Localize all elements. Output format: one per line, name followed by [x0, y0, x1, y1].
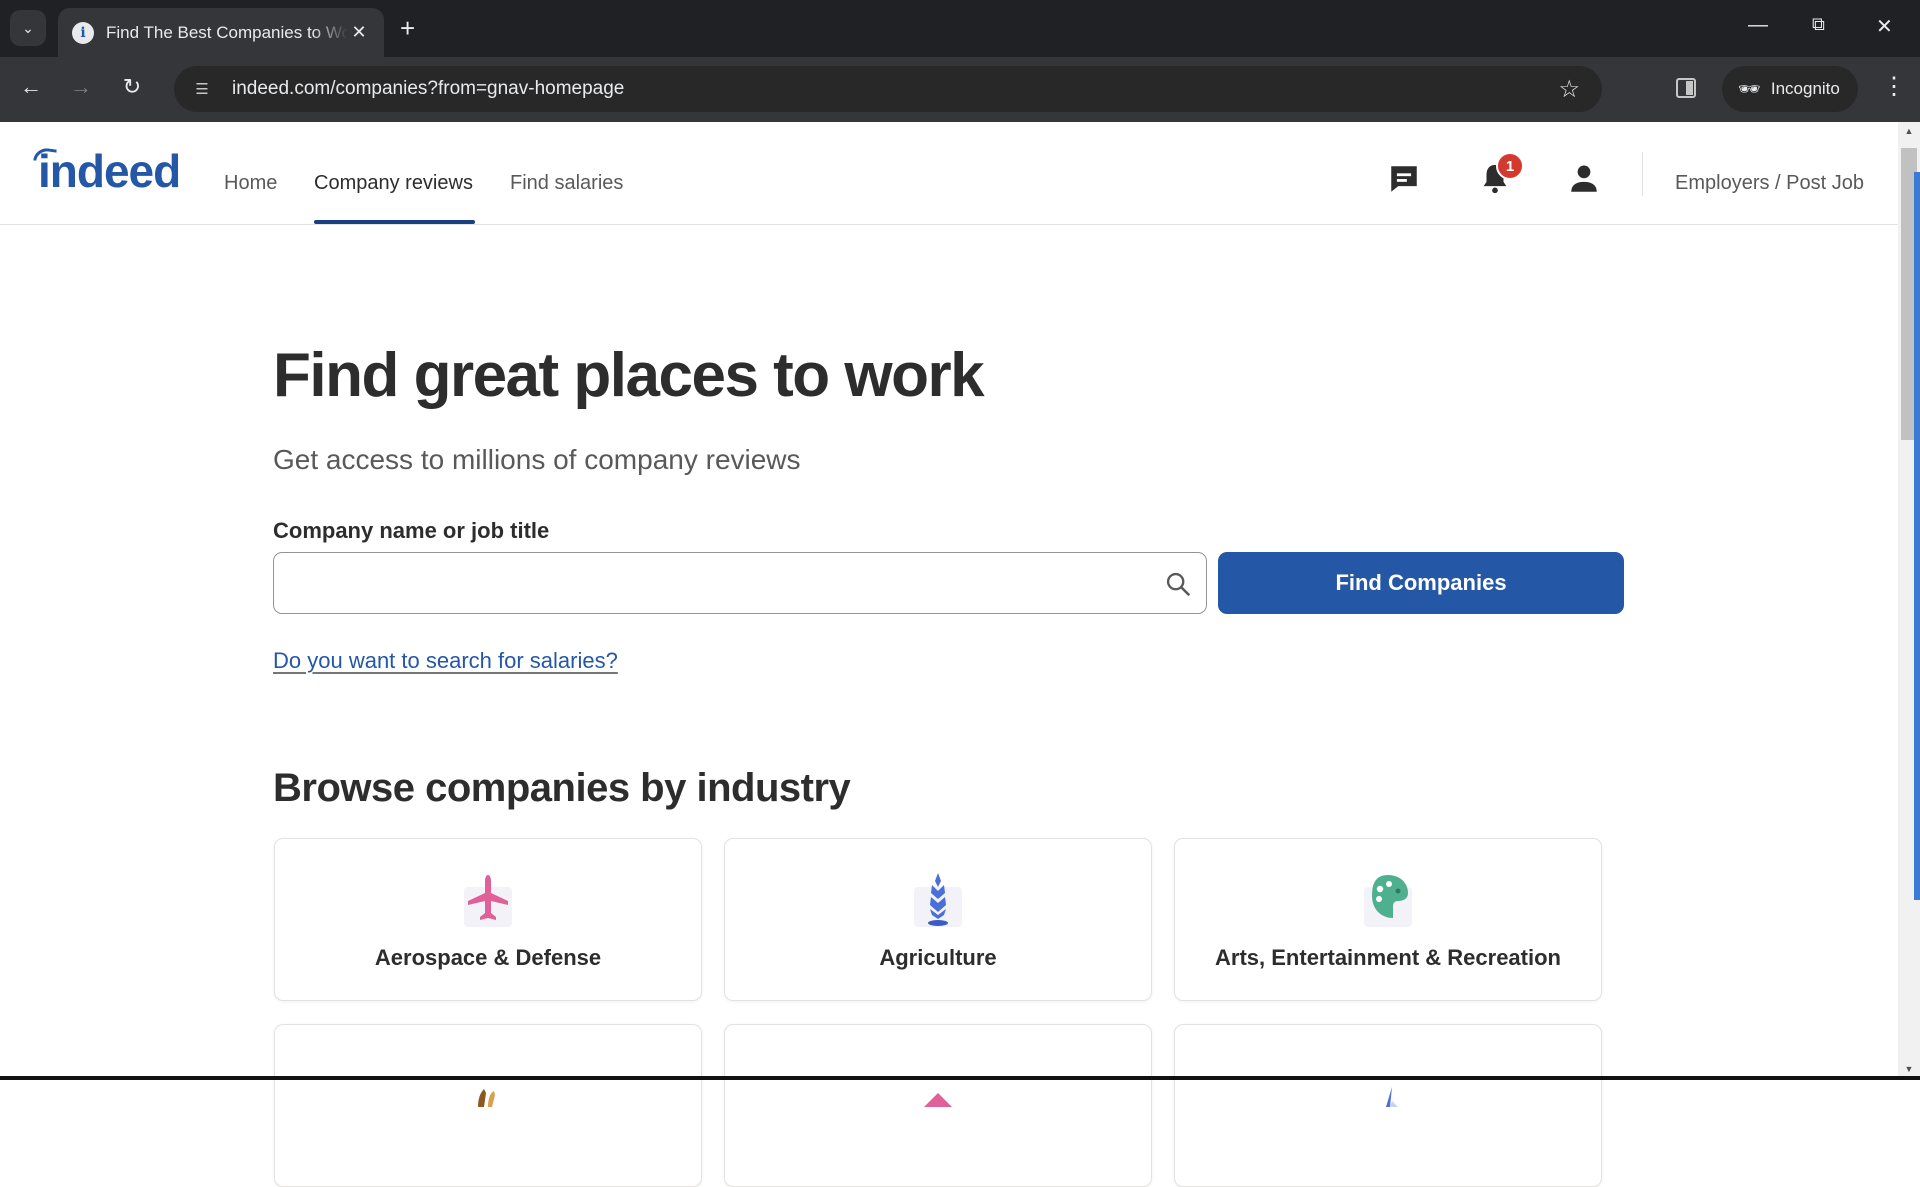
- restore-button[interactable]: ⧉: [1812, 14, 1825, 35]
- close-icon: ✕: [1876, 16, 1893, 38]
- industry-card-arts[interactable]: Arts, Entertainment & Recreation: [1174, 838, 1602, 1001]
- airplane-icon: [456, 871, 520, 927]
- company-search-box[interactable]: [273, 552, 1207, 614]
- search-salaries-link[interactable]: Do you want to search for salaries?: [273, 648, 618, 674]
- industry-card-aerospace[interactable]: Aerospace & Defense: [274, 838, 702, 1001]
- tab-close-icon[interactable]: ✕: [348, 22, 370, 43]
- industry-card-agriculture[interactable]: Agriculture: [724, 838, 1152, 1001]
- company-search-input[interactable]: [274, 553, 1134, 613]
- chat-icon: [1391, 166, 1417, 192]
- browser-tabstrip: ⌄ i Find The Best Companies to Work For …: [0, 0, 1920, 57]
- nav-home[interactable]: Home: [224, 172, 277, 195]
- scroll-down-arrow-icon[interactable]: ▼: [1898, 1064, 1920, 1074]
- arrow-left-icon: ←: [20, 74, 42, 99]
- browser-tab-active[interactable]: i Find The Best Companies to Work For ✕: [58, 8, 384, 57]
- industry-label: Aerospace & Defense: [374, 945, 602, 970]
- incognito-icon: 🕶: [1738, 78, 1761, 99]
- industry-label: Arts, Entertainment & Recreation: [1215, 945, 1561, 970]
- page-subtitle: Get access to millions of company review…: [273, 444, 801, 475]
- minimize-button[interactable]: —: [1748, 14, 1768, 37]
- account-button[interactable]: [1567, 162, 1601, 196]
- nav-company-reviews[interactable]: Company reviews: [314, 172, 473, 195]
- header-divider: [1642, 152, 1643, 196]
- focus-highlight: [1914, 172, 1920, 900]
- notification-badge: 1: [1496, 152, 1524, 180]
- indeed-favicon: i: [72, 21, 94, 44]
- page-scrollbar[interactable]: ▲ ▼: [1898, 122, 1920, 1080]
- search-icon: [1166, 572, 1190, 596]
- find-companies-button[interactable]: Find Companies: [1218, 552, 1624, 614]
- side-panel-icon[interactable]: [1676, 78, 1696, 98]
- minimize-icon: —: [1748, 14, 1768, 36]
- new-tab-button[interactable]: +: [400, 14, 415, 42]
- wheat-icon: [906, 871, 970, 927]
- search-field-label: Company name or job title: [273, 518, 550, 543]
- messages-button[interactable]: [1387, 162, 1421, 196]
- window-bottom-edge: [0, 1076, 1920, 1080]
- indeed-logo[interactable]: indeed: [33, 144, 181, 198]
- person-icon: [1571, 165, 1597, 192]
- back-button[interactable]: ←: [16, 74, 46, 100]
- plus-icon: +: [400, 13, 416, 43]
- arrow-right-icon: →: [70, 74, 92, 99]
- active-nav-indicator: [314, 220, 475, 224]
- incognito-label: Incognito: [1770, 79, 1840, 98]
- reload-button[interactable]: ↻: [117, 74, 147, 100]
- url-text[interactable]: indeed.com/companies?from=gnav-homepage: [232, 78, 624, 100]
- incognito-indicator[interactable]: 🕶 Incognito: [1722, 66, 1858, 112]
- address-bar[interactable]: ☰ indeed.com/companies?from=gnav-homepag…: [174, 66, 1602, 112]
- page-content: indeed Home Company reviews Find salarie…: [0, 122, 1898, 1187]
- browse-industry-heading: Browse companies by industry: [273, 766, 851, 810]
- diamond-icon: [906, 1057, 970, 1113]
- chevron-down-icon: ⌄: [22, 19, 34, 36]
- logo-swoosh: [33, 146, 57, 164]
- hands-icon: [456, 1057, 520, 1113]
- industry-card-6[interactable]: [1174, 1024, 1602, 1187]
- industry-card-5[interactable]: [724, 1024, 1152, 1187]
- kebab-icon: ⋮: [1882, 73, 1906, 100]
- page-title: Find great places to work: [273, 341, 985, 410]
- industry-label: Agriculture: [879, 945, 997, 970]
- star-icon[interactable]: ☆: [1558, 75, 1580, 104]
- logo-text: indeed: [38, 145, 181, 197]
- browser-menu-button[interactable]: ⋮: [1882, 74, 1906, 100]
- site-header: indeed Home Company reviews Find salarie…: [0, 122, 1898, 225]
- pen-icon: [1356, 1057, 1420, 1113]
- scroll-up-arrow-icon[interactable]: ▲: [1898, 126, 1920, 136]
- nav-find-salaries[interactable]: Find salaries: [510, 172, 623, 195]
- forward-button[interactable]: →: [66, 74, 96, 100]
- palette-icon: [1356, 871, 1420, 927]
- industry-card-4[interactable]: [274, 1024, 702, 1187]
- close-window-button[interactable]: ✕: [1876, 14, 1893, 39]
- restore-icon: ⧉: [1812, 14, 1825, 34]
- tab-title: Find The Best Companies to Work For: [106, 22, 348, 42]
- tune-icon[interactable]: ☰: [182, 80, 222, 98]
- reload-icon: ↻: [122, 74, 142, 99]
- employers-post-job-link[interactable]: Employers / Post Job: [1675, 172, 1864, 195]
- tab-list-button[interactable]: ⌄: [10, 10, 46, 46]
